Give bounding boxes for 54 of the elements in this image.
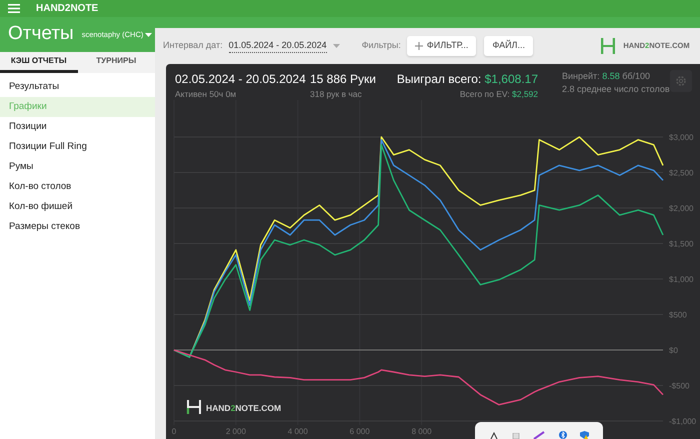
report-tab[interactable]: КЭШ ОТЧЕТЫ <box>0 52 78 73</box>
y-axis-label: $500 <box>669 310 687 320</box>
avg-tables: 2.8 среднее число столов <box>562 83 670 96</box>
add-filter-button[interactable]: ФИЛЬТР... <box>406 36 476 56</box>
x-axis-label: 4 000 <box>288 427 308 436</box>
plus-icon <box>414 42 423 50</box>
filters-label: Фильтры: <box>362 39 401 52</box>
period-text: 02.05.2024 - 20.05.2024 <box>175 71 307 88</box>
watermark-text: HAND2NOTE.COM <box>206 403 282 413</box>
x-axis-label: 6 000 <box>350 427 370 436</box>
caret-icon <box>145 32 152 37</box>
sidebar-item[interactable]: Кол-во столов <box>0 177 155 197</box>
date-range-picker[interactable]: 01.05.2024 - 20.05.2024 <box>228 38 327 54</box>
settings-icon <box>674 75 687 87</box>
winrate-value: 8.58 <box>602 71 620 81</box>
y-axis-label: $2,500 <box>669 168 694 178</box>
report-tab[interactable]: ТУРНИРЫ <box>78 52 155 73</box>
active-time: Активен 50ч 0м <box>175 88 238 101</box>
winrate-label: Винрейт: <box>562 71 600 81</box>
logo-icon <box>601 38 616 54</box>
winrate-unit: бб/100 <box>622 71 650 81</box>
y-axis-label: $1,500 <box>669 240 694 248</box>
watermark-logo-icon <box>186 399 201 415</box>
y-axis-label: $3,000 <box>669 133 694 142</box>
caret-icon <box>332 44 340 48</box>
shield-icon[interactable] <box>580 431 589 439</box>
sidebar-item[interactable]: Кол-во фишей <box>0 197 155 217</box>
hands-count: 15 886 Руки <box>310 71 377 88</box>
menu-icon[interactable] <box>8 4 20 13</box>
sidebar-item[interactable]: Позиции Full Ring <box>0 137 155 157</box>
x-axis-label: 0 <box>172 427 176 436</box>
y-axis-label: $2,000 <box>669 204 694 213</box>
sidebar-item[interactable]: Румы <box>0 157 155 177</box>
x-axis-label: 8 000 <box>412 427 432 436</box>
pen-icon[interactable] <box>532 431 546 439</box>
y-axis-label: -$500 <box>669 382 690 390</box>
bluetooth-icon[interactable] <box>559 431 568 439</box>
y-axis-label: $1,000 <box>669 275 694 284</box>
sidebar-item[interactable]: Размеры стеков <box>0 217 155 237</box>
y-axis-label: $0 <box>669 346 678 355</box>
sidebar-item[interactable]: Позиции <box>0 117 155 137</box>
file-button[interactable]: ФАЙЛ... <box>484 36 533 56</box>
date-label: Интервал дат: <box>163 39 223 52</box>
ev-value: $2,592 <box>512 89 538 99</box>
app-title: HAND2NOTE <box>36 2 98 16</box>
y-axis-label: -$1,000 <box>669 417 696 426</box>
x-axis-label: 2 000 <box>226 427 246 436</box>
hands-rate: 318 рук в час <box>310 88 363 101</box>
page-title: Отчеты <box>8 23 74 46</box>
won-value: $1,608.17 <box>484 72 538 86</box>
ev-label: Всего по EV: <box>460 89 510 99</box>
settings-button[interactable] <box>670 70 692 92</box>
sidebar-item[interactable]: Результаты <box>0 77 155 97</box>
won-label: Выиграл всего: <box>396 72 482 86</box>
